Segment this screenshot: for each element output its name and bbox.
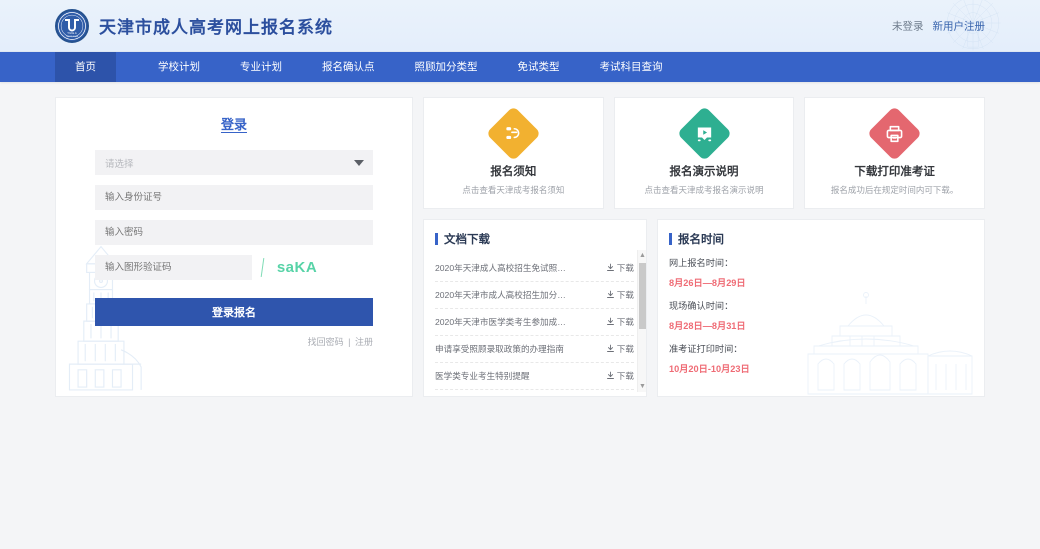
quick-card-1[interactable]: 报名演示说明点击查看天津成考报名演示说明 <box>614 97 795 209</box>
login-title: 登录 <box>95 114 373 133</box>
time-entry-label: 准考证打印时间： <box>669 341 972 355</box>
main-content: 登录 请选择 saKA 登录报名 找回密码 | 注册 报名须知点击查看天津成考报… <box>55 82 985 397</box>
svg-text:TIANJIN EXAM: TIANJIN EXAM <box>66 34 79 37</box>
time-entry-value: 8月26日—8月29日 <box>669 275 972 289</box>
document-download-button[interactable]: 下载 <box>606 289 634 301</box>
scrollbar-thumb[interactable] <box>639 263 646 329</box>
svg-text:T.M.E.A: T.M.E.A <box>67 30 77 34</box>
captcha-input[interactable] <box>95 255 252 280</box>
download-label: 下载 <box>617 316 634 328</box>
notice-icon <box>504 124 523 143</box>
new-user-register-link[interactable]: 新用户注册 <box>933 18 986 33</box>
user-type-select-value: 请选择 <box>105 156 134 170</box>
login-submit-button[interactable]: 登录报名 <box>95 298 373 326</box>
captcha-row: saKA <box>95 255 373 280</box>
quick-card-title: 报名须知 <box>490 163 536 179</box>
time-entries: 网上报名时间： 8月26日—8月29日现场确认时间： 8月28日—8月31日准考证打… <box>658 255 984 375</box>
quick-links-row: 报名须知点击查看天津成考报名须知报名演示说明点击查看天津成考报名演示说明下载打印… <box>423 97 985 209</box>
tjzk-logo-icon: T.M.E.A TIANJIN EXAM <box>55 9 89 43</box>
nav-item-1[interactable]: 学校计划 <box>138 52 220 82</box>
quick-card-subtitle: 点击查看天津成考报名须知 <box>462 184 564 196</box>
download-label: 下载 <box>617 262 634 274</box>
download-icon <box>606 290 615 301</box>
download-icon <box>606 344 615 355</box>
document-list-scrollbar[interactable]: ▲ ▼ <box>637 250 646 392</box>
quick-card-title: 报名演示说明 <box>670 163 739 179</box>
accent-bar <box>669 233 672 245</box>
download-label: 下载 <box>617 370 634 382</box>
printer-icon <box>885 124 905 144</box>
registration-time-panel: 报名时间 网上报名时间： 8月26日—8月29日现场确认时间： 8月28日—8月31… <box>657 219 985 397</box>
notice-icon-badge <box>486 106 541 161</box>
printer-icon-badge <box>867 106 922 161</box>
scroll-down-arrow-icon[interactable]: ▼ <box>639 383 646 390</box>
time-entry-value: 8月28日—8月31日 <box>669 318 972 332</box>
time-entry-value: 10月20日-10月23日 <box>669 361 972 375</box>
time-panel-header: 报名时间 <box>658 220 984 255</box>
document-list-item[interactable]: 2020年天津成人高校招生免试照顾录取... 下载 <box>435 255 634 282</box>
nav-item-5[interactable]: 免试类型 <box>498 52 580 82</box>
login-status-text: 未登录 <box>892 18 924 33</box>
id-number-input[interactable] <box>95 185 373 210</box>
document-list-item[interactable]: 申请享受照顾录取政策的办理指南 下载 <box>435 336 634 363</box>
download-icon <box>606 263 615 274</box>
login-helper-links: 找回密码 | 注册 <box>95 335 373 348</box>
nav-item-3[interactable]: 报名确认点 <box>302 52 395 82</box>
quick-card-subtitle: 报名成功后在规定时间内可下载。 <box>831 184 959 196</box>
right-column: 报名须知点击查看天津成考报名须知报名演示说明点击查看天津成考报名演示说明下载打印… <box>423 97 985 397</box>
quick-card-0[interactable]: 报名须知点击查看天津成考报名须知 <box>423 97 604 209</box>
document-name: 医学类专业考生特别提醒 <box>435 370 530 382</box>
document-list-item[interactable]: 2020年天津市成人高校招生加分照顾录... 下载 <box>435 282 634 309</box>
document-list[interactable]: 2020年天津成人高校招生免试照顾录取...下载2020年天津市成人高校招生加分… <box>424 255 646 393</box>
password-input[interactable] <box>95 220 373 245</box>
user-type-select[interactable]: 请选择 <box>95 150 373 175</box>
download-label: 下载 <box>617 343 634 355</box>
page-header: T.M.E.A TIANJIN EXAM 天津市成人高考网上报名系统 未登录 新… <box>0 0 1040 52</box>
document-download-button[interactable]: 下载 <box>606 262 634 274</box>
nav-item-2[interactable]: 专业计划 <box>220 52 302 82</box>
document-download-button[interactable]: 下载 <box>606 316 634 328</box>
document-name: 2020年天津市医学类考生参加成人高考... <box>435 316 570 328</box>
download-label: 下载 <box>617 289 634 301</box>
forgot-password-link[interactable]: 找回密码 <box>308 337 344 347</box>
nav-item-4[interactable]: 照顾加分类型 <box>395 52 498 82</box>
time-entry-label: 现场确认时间： <box>669 298 972 312</box>
quick-card-title: 下载打印准考证 <box>854 163 935 179</box>
nav-item-0[interactable]: 首页 <box>55 52 116 82</box>
download-icon <box>606 317 615 328</box>
time-entry-label: 网上报名时间： <box>669 255 972 269</box>
quick-card-subtitle: 点击查看天津成考报名演示说明 <box>645 184 764 196</box>
time-panel-title: 报名时间 <box>678 231 724 247</box>
link-separator: | <box>348 337 350 347</box>
download-icon <box>606 371 615 382</box>
nav-item-6[interactable]: 考试科目查询 <box>580 52 683 82</box>
document-list-item[interactable]: 医学类专业考生特别提醒 下载 <box>435 363 634 390</box>
captcha-image[interactable]: saKA <box>258 255 336 280</box>
document-panel-header: 文档下载 <box>424 220 646 255</box>
chevron-down-icon <box>354 160 364 166</box>
document-download-button[interactable]: 下载 <box>606 370 634 382</box>
video-play-icon <box>694 124 714 144</box>
panels-row: 文档下载 2020年天津成人高校招生免试照顾录取...下载2020年天津市成人高… <box>423 219 985 397</box>
login-card: 登录 请选择 saKA 登录报名 找回密码 | 注册 <box>55 97 413 397</box>
accent-bar <box>435 233 438 245</box>
site-logo-area[interactable]: T.M.E.A TIANJIN EXAM 天津市成人高考网上报名系统 <box>55 9 333 43</box>
document-name: 2020年天津成人高校招生免试照顾录取... <box>435 262 570 274</box>
scroll-up-arrow-icon[interactable]: ▲ <box>639 252 646 259</box>
register-link[interactable]: 注册 <box>355 337 373 347</box>
document-list-item[interactable]: 2020年天津市医学类考生参加成人高考... 下载 <box>435 309 634 336</box>
main-navigation: 首页学校计划专业计划报名确认点照顾加分类型免试类型考试科目查询 <box>0 52 1040 82</box>
quick-card-2[interactable]: 下载打印准考证报名成功后在规定时间内可下载。 <box>804 97 985 209</box>
header-user-area: 未登录 新用户注册 <box>892 18 985 33</box>
document-name: 申请享受照顾录取政策的办理指南 <box>435 343 564 355</box>
document-download-panel: 文档下载 2020年天津成人高校招生免试照顾录取...下载2020年天津市成人高… <box>423 219 647 397</box>
document-panel-title: 文档下载 <box>444 231 490 247</box>
document-name: 2020年天津市成人高校招生加分照顾录... <box>435 289 570 301</box>
site-title: 天津市成人高考网上报名系统 <box>99 13 333 38</box>
document-download-button[interactable]: 下载 <box>606 343 634 355</box>
video-play-icon-badge <box>676 106 731 161</box>
